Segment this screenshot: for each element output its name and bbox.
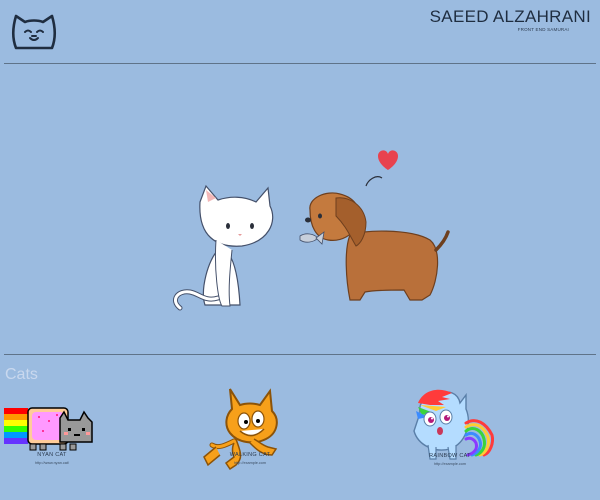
brown-dog-image	[299, 192, 450, 301]
rainbow-cat-image	[413, 389, 494, 460]
card-link[interactable]: http://example.com	[400, 462, 500, 466]
nyan-cat-image	[4, 407, 93, 451]
cat-card-rainbow[interactable]: RAINBOW CAT http://example.com	[400, 383, 500, 488]
card-link[interactable]: http://www.nyan.cat/	[4, 461, 100, 465]
hero-illustration	[173, 150, 450, 311]
cat-face-icon[interactable]	[10, 10, 58, 50]
site-subtitle: FRONT END SAMURAI	[517, 27, 569, 32]
white-cat-image	[173, 184, 274, 311]
card-link[interactable]: http://example.com	[200, 461, 300, 465]
card-name: WALKING CAT	[229, 452, 271, 458]
heart-icon	[365, 150, 398, 187]
cat-card-walking[interactable]: WALKING CAT http://example.com	[200, 385, 300, 480]
section-title: Cats	[5, 366, 38, 383]
section-divider	[4, 354, 596, 355]
site-title: SAEED ALZAHRANI	[429, 7, 591, 26]
card-name: NYAN CAT	[37, 452, 67, 458]
header-divider	[4, 63, 596, 64]
site-header: SAEED ALZAHRANI FRONT END SAMURAI	[0, 0, 600, 62]
card-name: RAINBOW CAT	[429, 453, 471, 459]
cat-card-nyan[interactable]: NYAN CAT http://www.nyan.cat/	[4, 400, 100, 480]
